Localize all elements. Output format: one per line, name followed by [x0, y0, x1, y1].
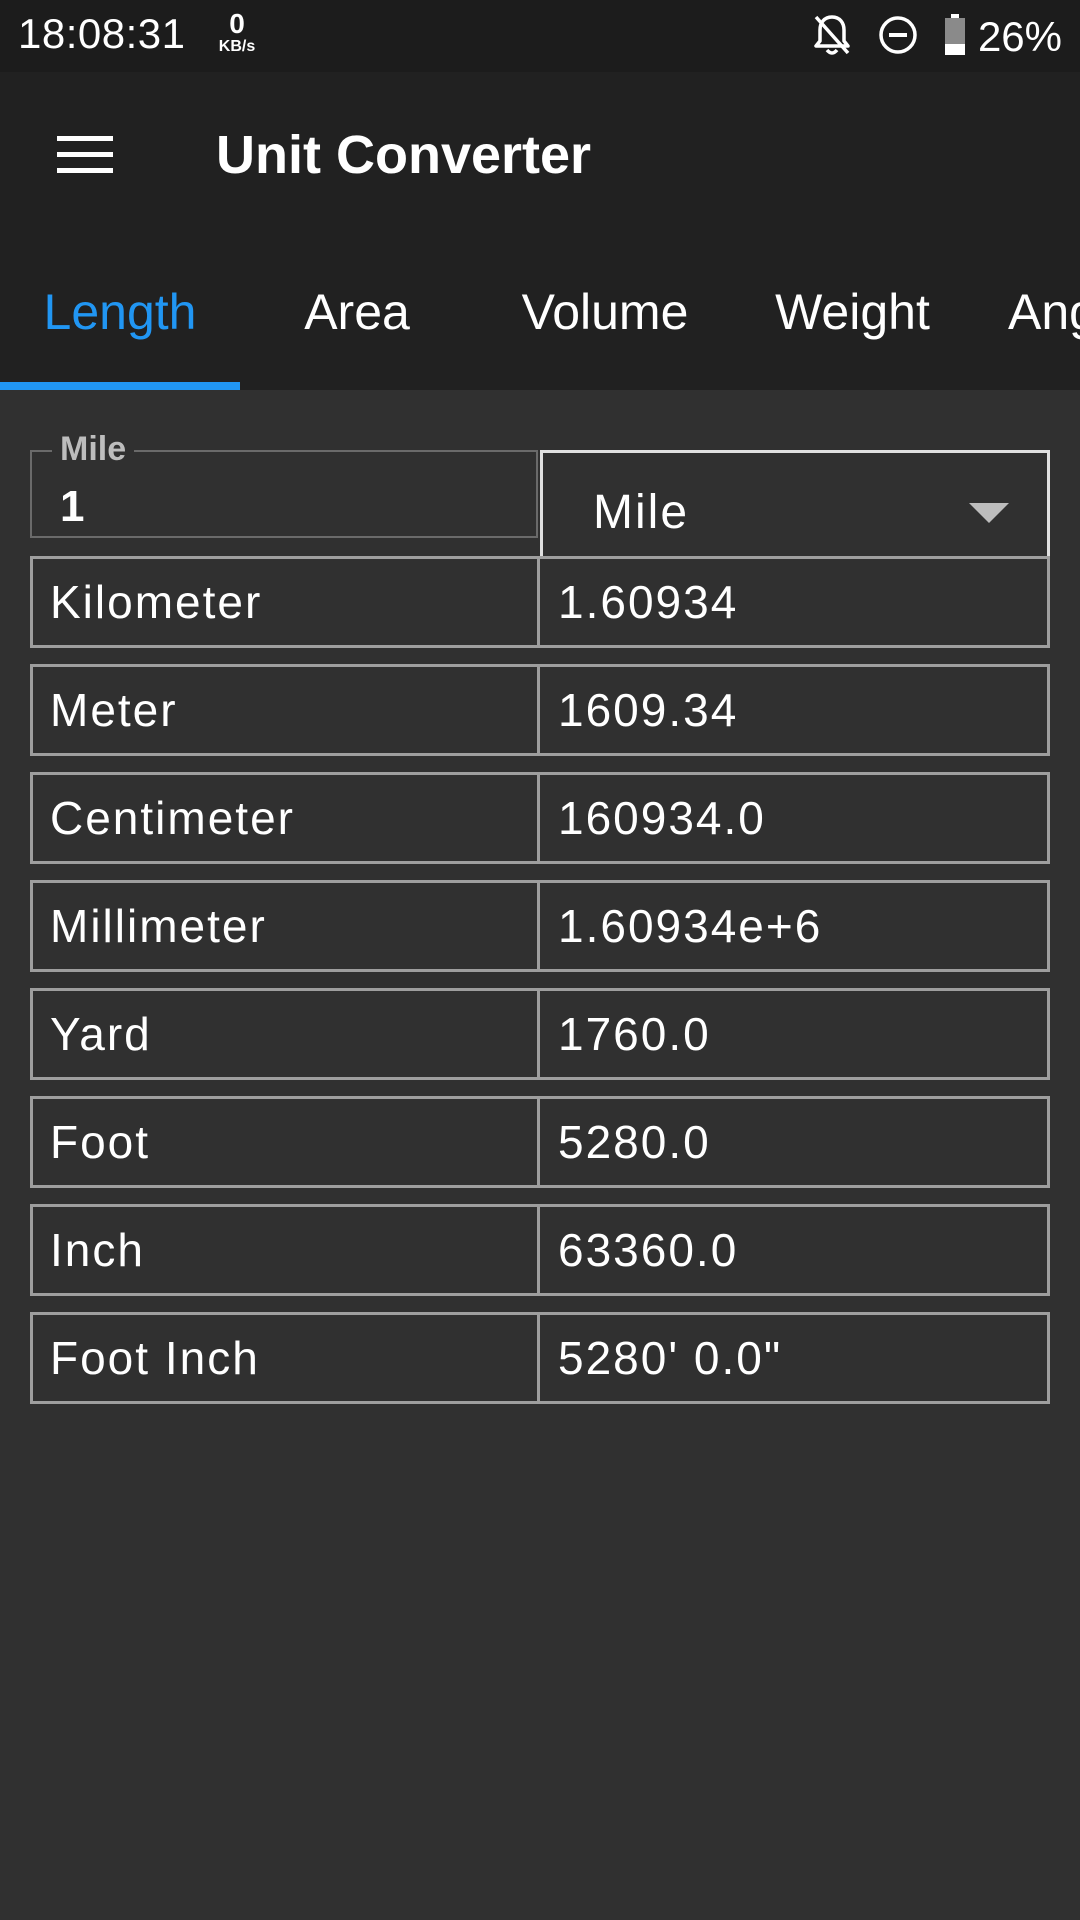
battery-percent: 26%: [977, 13, 1062, 60]
network-speed: 0 KB/s: [212, 10, 262, 56]
result-row[interactable]: Inch 63360.0: [30, 1204, 1050, 1296]
result-row[interactable]: Centimeter 160934.0: [30, 772, 1050, 864]
app-title: Unit Converter: [216, 125, 592, 185]
hamburger-menu-icon: [57, 136, 113, 173]
status-bar: 18:08:31 0 KB/s 26%: [0, 0, 1080, 72]
status-icons: 26%: [812, 12, 1062, 62]
result-unit-value: 1609.34: [558, 684, 739, 736]
tab-length[interactable]: Length: [0, 262, 240, 382]
network-speed-unit: KB/s: [218, 38, 256, 55]
result-unit-name: Kilometer: [33, 559, 540, 645]
result-unit-value: 1.60934: [558, 576, 739, 628]
result-unit-name: Meter: [33, 667, 540, 753]
result-unit-name: Centimeter: [33, 775, 540, 861]
converter-content: Mile 1 Mile Kilometer 1.60934 Meter 1609…: [0, 390, 1080, 1920]
result-row[interactable]: Foot 5280.0: [30, 1096, 1050, 1188]
result-unit-name: Foot: [33, 1099, 540, 1185]
result-unit-name: Foot Inch: [33, 1315, 540, 1401]
result-row[interactable]: Millimeter 1.60934e+6: [30, 880, 1050, 972]
result-unit-name: Millimeter: [33, 883, 540, 969]
tab-area[interactable]: Area: [262, 262, 452, 382]
menu-button[interactable]: [40, 110, 130, 200]
unit-dropdown[interactable]: Mile: [540, 450, 1050, 570]
result-unit-name: Inch: [33, 1207, 540, 1293]
result-unit-value: 160934.0: [558, 792, 766, 844]
result-unit-value: 63360.0: [558, 1224, 739, 1276]
result-unit-name: Yard: [33, 991, 540, 1077]
bell-off-icon: [812, 13, 852, 62]
result-row[interactable]: Meter 1609.34: [30, 664, 1050, 756]
input-row: Mile 1 Mile: [30, 420, 1050, 570]
do-not-disturb-icon: [878, 15, 918, 60]
battery-icon: [944, 13, 966, 61]
value-input-text[interactable]: 1: [60, 482, 84, 532]
result-unit-value: 5280.0: [558, 1116, 711, 1168]
unit-dropdown-value: Mile: [593, 486, 690, 539]
result-unit-value: 5280' 0.0": [558, 1332, 783, 1384]
dropdown-arrow-icon: [969, 503, 1009, 523]
result-row[interactable]: Kilometer 1.60934: [30, 556, 1050, 648]
tab-weight[interactable]: Weight: [750, 262, 955, 382]
result-row[interactable]: Yard 1760.0: [30, 988, 1050, 1080]
tab-volume[interactable]: Volume: [500, 262, 710, 382]
result-row[interactable]: Foot Inch 5280' 0.0": [30, 1312, 1050, 1404]
category-tabs: Length Area Volume Weight Ang: [0, 262, 1080, 390]
result-unit-value: 1.60934e+6: [558, 900, 823, 952]
network-speed-value: 0: [229, 8, 245, 39]
status-time: 18:08:31: [18, 10, 186, 57]
value-input-label: Mile: [52, 430, 135, 469]
active-tab-indicator: [0, 382, 240, 390]
result-unit-value: 1760.0: [558, 1008, 711, 1060]
tab-angle[interactable]: Ang: [1008, 262, 1080, 382]
